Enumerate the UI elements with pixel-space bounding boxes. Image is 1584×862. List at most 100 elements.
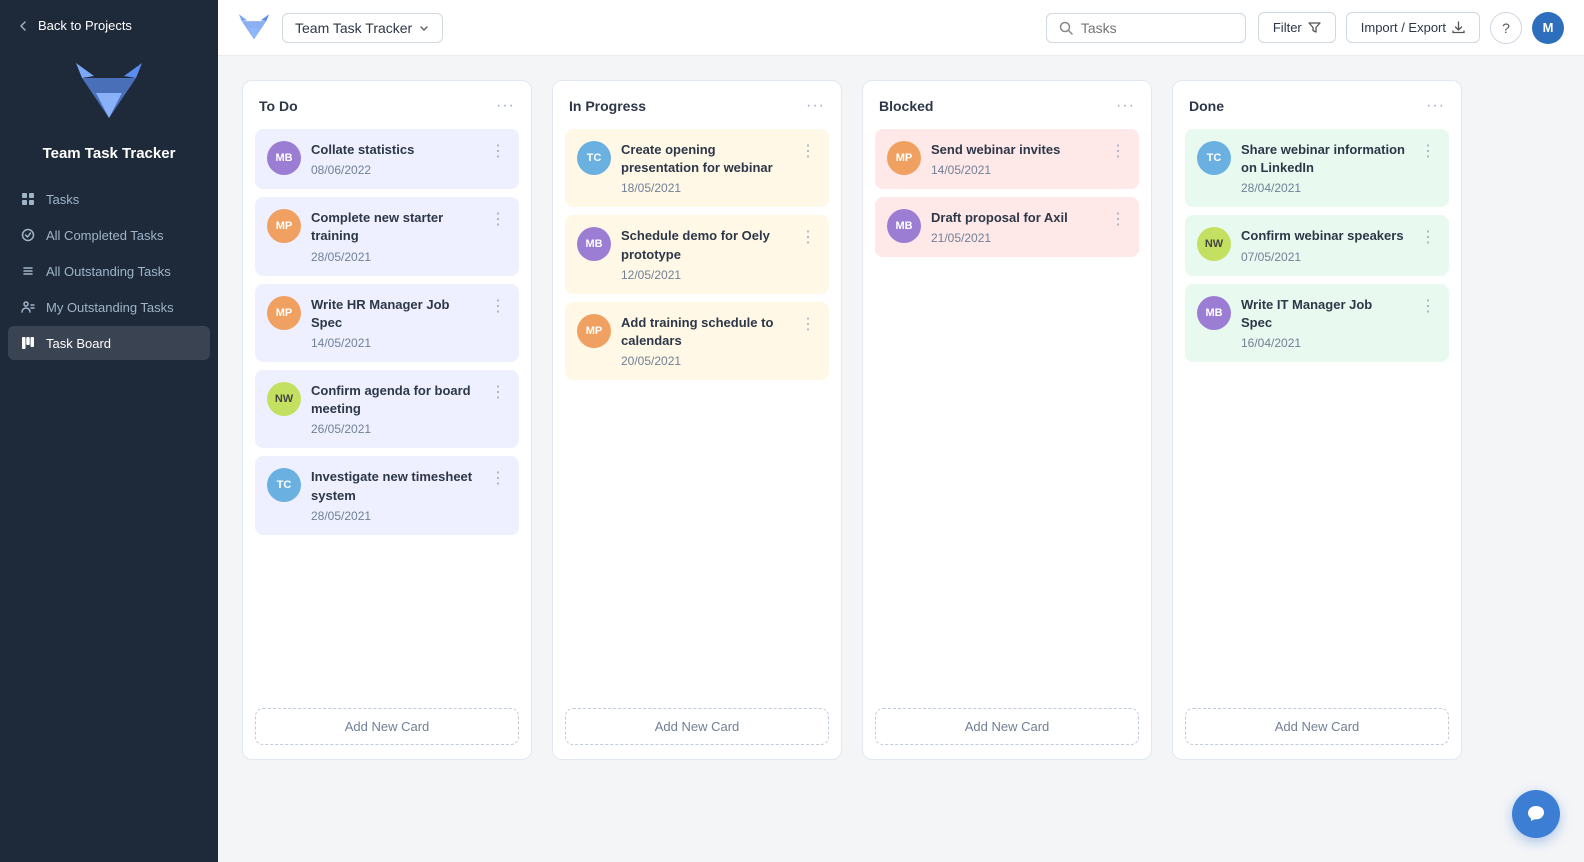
card-content: Write IT Manager Job Spec16/04/2021	[1241, 296, 1406, 350]
search-input[interactable]	[1081, 20, 1231, 36]
add-card-button-inprogress[interactable]: Add New Card	[565, 708, 829, 745]
sidebar-item-all-completed[interactable]: All Completed Tasks	[8, 218, 210, 252]
column-blocked-cards: MPSend webinar invites14/05/2021⋮MBDraft…	[863, 125, 1151, 698]
card-date: 14/05/2021	[311, 336, 476, 350]
person-list-icon	[20, 299, 36, 315]
card-menu-button[interactable]: ⋮	[1416, 141, 1437, 161]
avatar: MB	[577, 227, 611, 261]
sidebar-item-my-outstanding[interactable]: My Outstanding Tasks	[8, 290, 210, 324]
table-row[interactable]: NWConfirm agenda for board meeting26/05/…	[255, 370, 519, 448]
main-content: Team Task Tracker Filter Import /	[218, 0, 1584, 862]
card-menu-button[interactable]: ⋮	[486, 382, 507, 402]
avatar: MB	[887, 209, 921, 243]
card-menu-button[interactable]: ⋮	[1106, 209, 1127, 229]
card-menu-button[interactable]: ⋮	[1106, 141, 1127, 161]
column-done-footer: Add New Card	[1173, 698, 1461, 759]
column-todo-header: To Do ···	[243, 81, 531, 125]
search-bar[interactable]	[1046, 13, 1246, 43]
import-export-button[interactable]: Import / Export	[1346, 12, 1480, 43]
card-menu-button[interactable]: ⋮	[486, 296, 507, 316]
help-label: ?	[1502, 20, 1510, 36]
sidebar-item-tasks-label: Tasks	[46, 192, 79, 207]
table-row[interactable]: MPAdd training schedule to calendars20/0…	[565, 302, 829, 380]
column-blocked-menu[interactable]: ···	[1116, 97, 1135, 115]
card-date: 18/05/2021	[621, 181, 786, 195]
column-done: Done···TCShare webinar information on Li…	[1172, 80, 1462, 760]
column-todo-menu[interactable]: ···	[496, 97, 515, 115]
table-row[interactable]: TCInvestigate new timesheet system28/05/…	[255, 456, 519, 534]
avatar: MP	[267, 296, 301, 330]
card-menu-button[interactable]: ⋮	[1416, 296, 1437, 316]
card-date: 28/04/2021	[1241, 181, 1406, 195]
card-title: Complete new starter training	[311, 209, 476, 245]
card-content: Share webinar information on LinkedIn 28/…	[1241, 141, 1406, 195]
column-done-cards: TCShare webinar information on LinkedIn2…	[1173, 125, 1461, 698]
card-title: Add training schedule to calendars	[621, 314, 786, 350]
column-inprogress: In Progress···TCCreate opening presentat…	[552, 80, 842, 760]
card-menu-button[interactable]: ⋮	[796, 141, 817, 161]
column-inprogress-header: In Progress···	[553, 81, 841, 125]
card-title: Draft proposal for Axil	[931, 209, 1096, 227]
table-row[interactable]: MP Write HR Manager Job Spec 14/05/2021 ⋮	[255, 284, 519, 362]
card-title: Schedule demo for Oely prototype	[621, 227, 786, 263]
card-menu-button[interactable]: ⋮	[796, 314, 817, 334]
table-row[interactable]: MPSend webinar invites14/05/2021⋮	[875, 129, 1139, 189]
table-row[interactable]: MB Write IT Manager Job Spec16/04/2021 ⋮	[1185, 284, 1449, 362]
topbar-logo	[238, 12, 270, 44]
card-title: Write HR Manager Job Spec	[311, 296, 476, 332]
card-menu-button[interactable]: ⋮	[486, 209, 507, 229]
sidebar-item-my-outstanding-label: My Outstanding Tasks	[46, 300, 174, 315]
add-card-button-todo[interactable]: Add New Card	[255, 708, 519, 745]
card-date: 14/05/2021	[931, 163, 1096, 177]
column-done-menu[interactable]: ···	[1426, 97, 1445, 115]
card-date: 21/05/2021	[931, 231, 1096, 245]
table-row[interactable]: MPComplete new starter training28/05/202…	[255, 197, 519, 275]
project-selector[interactable]: Team Task Tracker	[282, 13, 443, 43]
chevron-down-icon	[418, 22, 430, 34]
table-row[interactable]: NWConfirm webinar speakers07/05/2021⋮	[1185, 215, 1449, 275]
column-inprogress-footer: Add New Card	[553, 698, 841, 759]
table-row[interactable]: TCCreate opening presentation for webina…	[565, 129, 829, 207]
column-todo-cards: MBCollate statistics08/06/2022⋮MPComplet…	[243, 125, 531, 698]
card-menu-button[interactable]: ⋮	[796, 227, 817, 247]
table-row[interactable]: MB Draft proposal for Axil 21/05/2021 ⋮	[875, 197, 1139, 257]
board-icon	[20, 335, 36, 351]
card-content: Complete new starter training 28/05/2021	[311, 209, 476, 263]
card-date: 20/05/2021	[621, 354, 786, 368]
board-area: To Do ··· MBCollate statistics08/06/2022⋮ M…	[218, 56, 1584, 862]
sidebar-item-tasks[interactable]: Tasks	[8, 182, 210, 216]
avatar: MB	[1197, 296, 1231, 330]
add-card-button-done[interactable]: Add New Card	[1185, 708, 1449, 745]
card-title: Share webinar information on LinkedIn	[1241, 141, 1406, 177]
card-title: Send webinar invites	[931, 141, 1096, 159]
user-avatar[interactable]: M	[1532, 12, 1564, 44]
card-title: Write IT Manager Job Spec	[1241, 296, 1406, 332]
sidebar-item-all-completed-label: All Completed Tasks	[46, 228, 164, 243]
table-row[interactable]: TCShare webinar information on LinkedIn2…	[1185, 129, 1449, 207]
chat-fab-button[interactable]	[1512, 790, 1560, 838]
back-to-projects-button[interactable]: Back to Projects	[0, 0, 218, 43]
card-menu-button[interactable]: ⋮	[486, 141, 507, 161]
card-menu-button[interactable]: ⋮	[1416, 227, 1437, 247]
card-date: 28/05/2021	[311, 250, 476, 264]
app-logo	[69, 53, 149, 133]
sidebar-navigation: Tasks All Completed Tasks All Outstandi	[0, 182, 218, 360]
filter-button[interactable]: Filter	[1258, 12, 1336, 43]
help-button[interactable]: ?	[1490, 12, 1522, 44]
table-row[interactable]: MBSchedule demo for Oely prototype12/05/…	[565, 215, 829, 293]
chat-icon	[1525, 803, 1547, 825]
card-title: Collate statistics	[311, 141, 476, 159]
chevron-left-icon	[16, 19, 30, 33]
avatar: NW	[1197, 227, 1231, 261]
sidebar-item-task-board-label: Task Board	[46, 336, 111, 351]
sidebar-item-all-outstanding[interactable]: All Outstanding Tasks	[8, 254, 210, 288]
column-inprogress-menu[interactable]: ···	[806, 97, 825, 115]
card-menu-button[interactable]: ⋮	[486, 468, 507, 488]
add-card-button-blocked[interactable]: Add New Card	[875, 708, 1139, 745]
download-icon	[1452, 21, 1465, 34]
sidebar-item-task-board[interactable]: Task Board	[8, 326, 210, 360]
table-row[interactable]: MBCollate statistics08/06/2022⋮	[255, 129, 519, 189]
filter-icon	[1308, 21, 1321, 34]
card-date: 26/05/2021	[311, 422, 476, 436]
column-todo-title: To Do	[259, 98, 298, 114]
